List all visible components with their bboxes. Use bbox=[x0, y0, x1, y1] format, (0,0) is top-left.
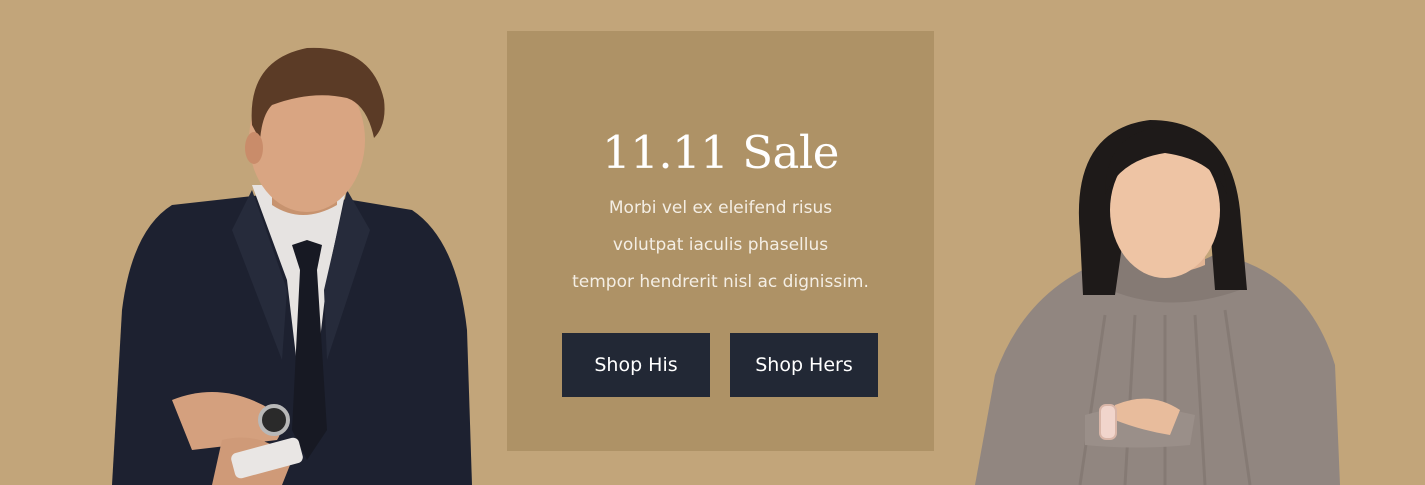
sale-banner: 11.11 Sale Morbi vel ex eleifend risus v… bbox=[0, 0, 1425, 485]
promo-description-line: tempor hendrerit nisl ac dignissim. bbox=[572, 272, 869, 292]
shop-his-button[interactable]: Shop His bbox=[562, 333, 710, 397]
woman-with-watch-image bbox=[975, 120, 1340, 485]
promo-description-line: volutpat iaculis phasellus bbox=[612, 235, 829, 255]
promo-title: 11.11 Sale bbox=[602, 126, 839, 179]
promo-card: 11.11 Sale Morbi vel ex eleifend risus v… bbox=[507, 31, 934, 451]
shop-hers-button[interactable]: Shop Hers bbox=[730, 333, 878, 397]
promo-description-line: Morbi vel ex eleifend risus bbox=[608, 198, 833, 218]
man-with-watch-image bbox=[112, 47, 472, 485]
promo-description: Morbi vel ex eleifend risus volutpat iac… bbox=[547, 190, 894, 301]
promo-buttons: Shop His Shop Hers bbox=[562, 333, 878, 397]
